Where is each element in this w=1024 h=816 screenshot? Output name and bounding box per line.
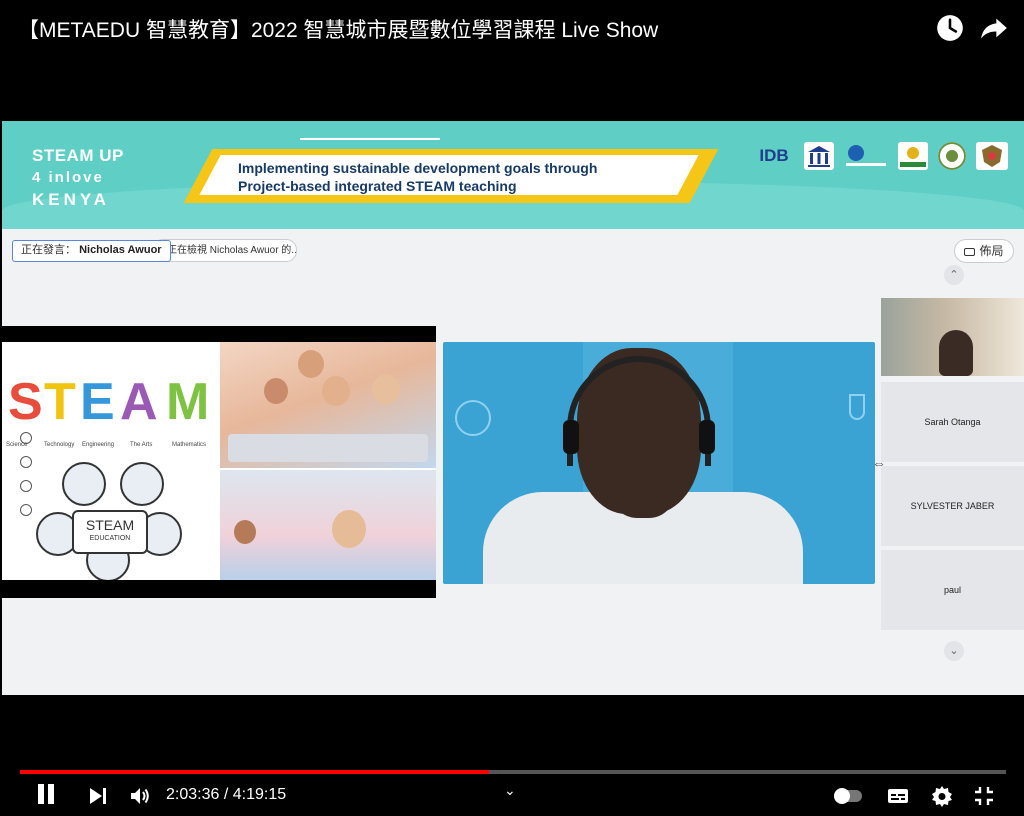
- subject-the-arts: The Arts: [130, 442, 153, 448]
- participant-tile[interactable]: Sarah Otanga: [881, 382, 1024, 462]
- partner-logos: IDB: [754, 141, 1008, 171]
- layout-icon: [964, 248, 976, 256]
- child-figure: [234, 520, 256, 544]
- subject-mathematics: Mathematics: [172, 442, 207, 448]
- progress-bar-fill: [20, 770, 490, 774]
- hub-title: STEAM: [85, 517, 135, 533]
- chevron-up-icon: ⌃: [949, 269, 959, 281]
- subject-technology: Technology: [44, 442, 75, 448]
- brand-line-1: STEAM UP: [32, 146, 124, 165]
- headset-earcup-right: [699, 420, 715, 454]
- active-speaker-indicator: 正在發言： Nicholas Awuor: [12, 240, 171, 262]
- participant-figure: [939, 330, 973, 376]
- pause-button[interactable]: [38, 784, 60, 808]
- idb-logo: IDB: [759, 146, 789, 165]
- brand-line-3: KENYA: [32, 190, 110, 209]
- ministry-emblem-icon: [898, 142, 928, 170]
- time-separator: /: [219, 786, 233, 803]
- title-bar: 【METAEDU 智慧教育】2022 智慧城市展暨數位學習課程 Live Sho…: [0, 0, 1024, 120]
- steam-orb-science: [120, 462, 164, 506]
- participant-name: paul: [943, 585, 961, 595]
- next-icon[interactable]: [88, 784, 108, 808]
- participant-name: SYLVESTER JABER: [910, 501, 995, 511]
- shared-screen[interactable]: S T E A M Science Technology Engineering…: [2, 326, 436, 598]
- toggle-knob: [834, 788, 850, 804]
- gear-icon[interactable]: [930, 784, 954, 808]
- clock-icon[interactable]: [936, 14, 964, 42]
- child-figure: [372, 374, 400, 404]
- time-display: 2:03:36 / 4:19:15: [166, 786, 286, 804]
- volume-icon[interactable]: [128, 784, 152, 808]
- steam-letter-s: S: [8, 373, 43, 431]
- hub-subtitle: EDUCATION: [89, 535, 131, 542]
- steam-education-hub: STEAM EDUCATION: [72, 510, 148, 554]
- zoom-in-icon[interactable]: [20, 480, 32, 492]
- layout-label: 佈局: [979, 244, 1004, 258]
- brand-line-2: 4 inlove: [32, 169, 104, 186]
- video-title[interactable]: 【METAEDU 智慧教育】2022 智慧城市展暨數位學習課程 Live Sho…: [18, 14, 658, 44]
- county-coat-of-arms-icon: [976, 142, 1008, 170]
- banner-tagline: Implementing sustainable development goa…: [238, 159, 597, 195]
- speaking-name: Nicholas Awuor: [79, 244, 162, 256]
- presentation-slide: S T E A M Science Technology Engineering…: [2, 342, 436, 580]
- child-figure: [264, 378, 288, 404]
- flask-decoration: [849, 394, 865, 420]
- participant-tile[interactable]: SYLVESTER JABER: [881, 466, 1024, 546]
- pause-icon-bar: [38, 784, 44, 804]
- child-figure: [298, 350, 324, 378]
- pause-icon-bar: [48, 784, 54, 804]
- zoom-out-icon[interactable]: [20, 504, 32, 516]
- participant-name: Sarah Otanga: [924, 417, 981, 427]
- cursor-tool-icon[interactable]: [20, 432, 32, 444]
- banner-brand: STEAM UP 4 inlove KENYA: [32, 145, 124, 211]
- participant-video-thumbnail[interactable]: [881, 298, 1024, 376]
- headset-earcup-left: [563, 420, 579, 454]
- chevron-down-icon[interactable]: ⌄: [504, 782, 516, 799]
- university-emblem-icon: [846, 145, 886, 166]
- tagline-line-2: Project-based integrated STEAM teaching: [238, 178, 517, 194]
- annotation-toolbar: [20, 432, 34, 528]
- tagline-line-1: Implementing sustainable development goa…: [238, 160, 598, 176]
- viewing-indicator[interactable]: 正在檢視 Nicholas Awuor 的...: [152, 239, 297, 262]
- active-speaker-video[interactable]: [443, 342, 875, 584]
- speaking-label: 正在發言：: [21, 244, 76, 256]
- steam-graphic: S T E A M Science Technology Engineering…: [2, 342, 218, 580]
- exit-fullscreen-icon[interactable]: [972, 784, 996, 808]
- duration: 4:19:15: [232, 786, 287, 803]
- viewing-label: 正在檢視 Nicholas Awuor 的...: [167, 245, 297, 256]
- gallery-scroll-down-button[interactable]: ⌄: [944, 641, 964, 661]
- meeting-area: 正在檢視 Nicholas Awuor 的... 正在發言： Nicholas …: [2, 229, 1024, 695]
- progress-bar[interactable]: [20, 770, 1006, 774]
- university-building-icon: [804, 142, 834, 170]
- school-seal-icon: [938, 142, 966, 170]
- child-figure: [332, 510, 366, 548]
- steam-letter-e: E: [80, 373, 115, 431]
- banner-decoration-line: [300, 138, 440, 140]
- participant-tile[interactable]: paul: [881, 550, 1024, 630]
- gallery-scroll-up-button[interactable]: ⌃: [944, 265, 964, 285]
- player-controls: 2:03:36 / 4:19:15 ⌄: [0, 696, 1024, 816]
- steam-letter-m: M: [166, 373, 210, 431]
- child-figure: [322, 376, 350, 406]
- steam-orb-technology: [62, 462, 106, 506]
- steam-letter-t: T: [44, 373, 76, 431]
- current-time: 2:03:36: [166, 786, 220, 803]
- chevron-down-icon: ⌄: [949, 645, 959, 657]
- screen-tool-icon[interactable]: [20, 456, 32, 468]
- share-icon[interactable]: [980, 14, 1008, 42]
- lego-table: [228, 434, 428, 462]
- steam-letter-a: A: [120, 373, 158, 431]
- autoplay-toggle[interactable]: [834, 788, 862, 804]
- layout-button[interactable]: 佈局: [954, 239, 1014, 263]
- subject-engineering: Engineering: [82, 442, 115, 448]
- satellite-dish-decoration: [455, 400, 491, 436]
- subtitles-icon[interactable]: [886, 784, 910, 808]
- event-banner: STEAM UP 4 inlove KENYA Implementing sus…: [2, 121, 1024, 229]
